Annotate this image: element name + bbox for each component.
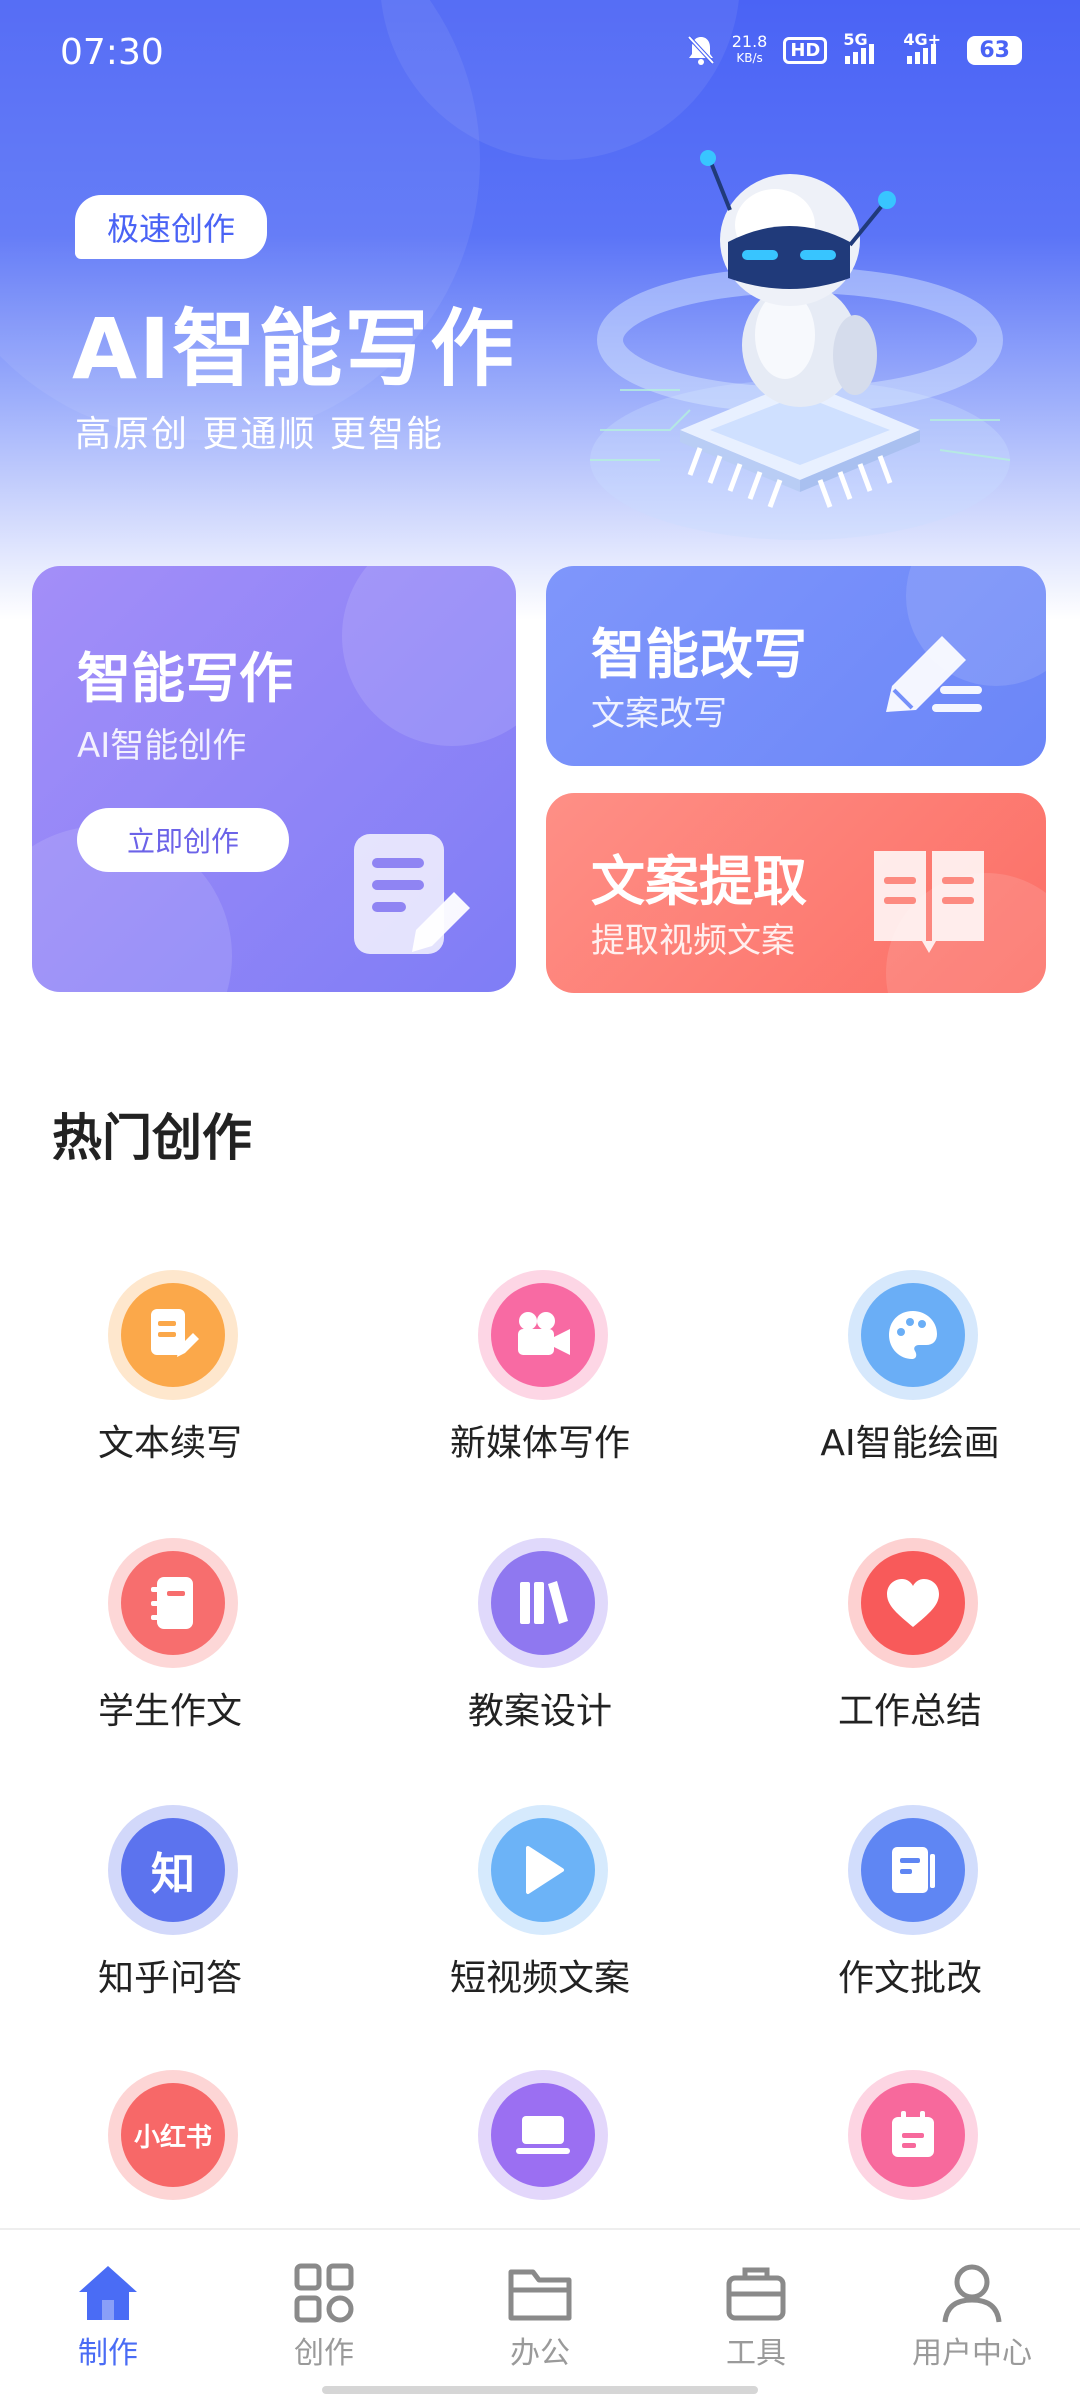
hot-item-label: AI智能绘画: [820, 1423, 1000, 1464]
signal-5g-icon: 5G: [843, 30, 887, 64]
page: 07:30 21.8 KB/s HD 5G 4G+ 63 极速创作 AI智能写作…: [0, 0, 1080, 2400]
text-extract-subtitle: 提取视频文案: [591, 921, 795, 961]
hot-item-document-edit[interactable]: 文本续写: [20, 1270, 320, 1500]
nav-label-office: 办公: [510, 2336, 570, 2371]
document-edit-icon: [108, 1270, 238, 1400]
folder-icon: [508, 2269, 572, 2321]
home-indicator[interactable]: [322, 2386, 758, 2394]
document-pen-icon: [354, 834, 470, 954]
smart-rewrite-card[interactable]: 智能改写 文案改写: [546, 566, 1046, 766]
status-bar: 07:30 21.8 KB/s HD 5G 4G+ 63: [0, 0, 1080, 110]
edit-pen-icon: [886, 636, 982, 712]
hot-item-label: 工作总结: [837, 1691, 982, 1732]
hot-item-document[interactable]: 作文批改: [760, 1805, 1060, 2035]
nav-label-tools: 工具: [726, 2336, 786, 2371]
hot-item-label: 作文批改: [837, 1958, 982, 1999]
grid-icon: [294, 2263, 354, 2323]
user-icon: [942, 2264, 1002, 2323]
smart-write-subtitle: AI智能创作: [77, 726, 247, 766]
notebook-icon: [108, 1538, 238, 1668]
document-icon: [848, 1805, 978, 1935]
nav-item-user-center[interactable]: 用户中心: [864, 2230, 1080, 2371]
text-extract-card[interactable]: 文案提取 提取视频文案: [546, 793, 1046, 993]
nav-label-make: 制作: [78, 2336, 138, 2371]
text-extract-title: 文案提取: [591, 850, 807, 913]
nav-label-create: 创作: [294, 2336, 354, 2371]
hot-item-label: 文本续写: [97, 1423, 242, 1464]
laptop-icon: [478, 2070, 608, 2200]
hot-item-label: 新媒体写作: [449, 1423, 630, 1464]
mute-bell-icon: [687, 35, 715, 65]
play-icon: [478, 1805, 608, 1935]
smart-write-title: 智能写作: [77, 647, 293, 710]
video-camera-icon: [478, 1270, 608, 1400]
hot-item-label: 学生作文: [97, 1691, 242, 1732]
hero-subtitle: 高原创 更通顺 更智能: [75, 414, 444, 455]
hot-item-label: 短视频文案: [449, 1958, 630, 1999]
signal-4g-icon: 4G+: [903, 30, 951, 64]
home-icon: [79, 2266, 137, 2320]
hot-section-title: 热门创作: [52, 1109, 252, 1167]
smart-write-card[interactable]: 智能写作 AI智能创作 立即创作: [32, 566, 516, 992]
bottom-nav: 制作 创作 办公 工具 用户中心: [0, 2228, 1080, 2400]
calendar-icon: [848, 2070, 978, 2200]
smart-rewrite-title: 智能改写: [591, 623, 807, 686]
open-book-icon: [874, 851, 984, 953]
robot-illustration: [590, 150, 1011, 540]
palette-icon: [848, 1270, 978, 1400]
hot-item-notebook[interactable]: 学生作文: [20, 1538, 320, 1768]
hot-item-label: 知乎问答: [97, 1958, 242, 1999]
nav-item-office[interactable]: 办公: [432, 2230, 648, 2371]
smart-rewrite-subtitle: 文案改写: [591, 694, 727, 734]
net-speed: 21.8 KB/s: [731, 32, 768, 66]
hero-title: AI智能写作: [72, 300, 517, 398]
zhihu-icon: 知: [108, 1805, 238, 1935]
hot-item-video-camera[interactable]: 新媒体写作: [390, 1270, 690, 1500]
hero-tag: 极速创作: [75, 195, 267, 259]
heart-icon: [848, 1538, 978, 1668]
xiaohongshu-icon: 小红书: [108, 2070, 238, 2200]
hot-item-books[interactable]: 教案设计: [390, 1538, 690, 1768]
status-time: 07:30: [60, 32, 164, 73]
start-create-button[interactable]: 立即创作: [77, 808, 289, 872]
hot-item-label: 教案设计: [467, 1691, 612, 1732]
hd-badge: HD: [783, 36, 828, 64]
battery-indicator: 63: [967, 35, 1022, 65]
status-icons: 21.8 KB/s HD 5G 4G+ 63: [686, 30, 1022, 66]
books-icon: [478, 1538, 608, 1668]
hot-item-heart[interactable]: 工作总结: [760, 1538, 1060, 1768]
hot-item-zhihu[interactable]: 知知乎问答: [20, 1805, 320, 2035]
hot-item-palette[interactable]: AI智能绘画: [760, 1270, 1060, 1500]
nav-item-tools[interactable]: 工具: [648, 2230, 864, 2371]
nav-item-create[interactable]: 创作: [216, 2230, 432, 2371]
nav-item-make[interactable]: 制作: [0, 2230, 216, 2371]
nav-label-user-center: 用户中心: [912, 2336, 1032, 2371]
briefcase-icon: [726, 2267, 786, 2321]
hot-item-play[interactable]: 短视频文案: [390, 1805, 690, 2035]
